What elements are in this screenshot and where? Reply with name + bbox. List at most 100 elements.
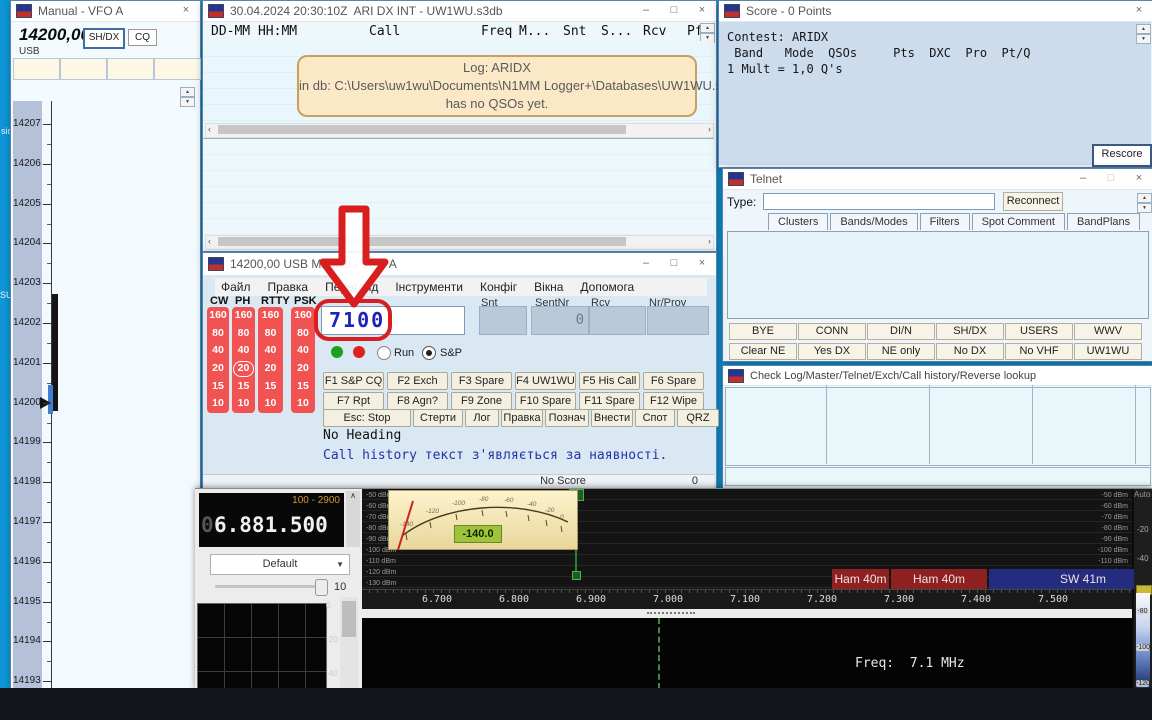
entry-action-button[interactable]: Стерти [413,409,463,427]
log-column-header[interactable]: DD-MM HH:MM [211,24,297,39]
band-button-psk-40m[interactable]: 40 [291,342,315,360]
fkey-button[interactable]: F6 Spare [643,372,704,390]
sdr-side-scrollbar[interactable]: ∧ [346,491,360,547]
exchange-field-nrprov[interactable] [647,306,709,335]
cq-button[interactable]: CQ [128,29,157,46]
telnet-button[interactable]: SH/DX [936,323,1004,340]
log-column-header[interactable]: Call [369,24,400,39]
fkey-button[interactable]: F4 UW1WU [515,372,576,390]
telnet-type-input[interactable] [763,193,995,210]
fkey-button[interactable]: F11 Spare [579,392,640,410]
band-button-rtty-15m[interactable]: 15 [258,378,283,396]
entry-action-button[interactable]: Внести [591,409,633,427]
close-icon[interactable]: × [688,255,716,273]
telnet-button[interactable]: NE only [867,343,935,360]
scrollbar-thumb[interactable] [218,125,626,134]
fkey-button[interactable]: F9 Zone [451,392,512,410]
menu-item[interactable]: Допомога [580,280,634,294]
exchange-field-sentnr[interactable]: 0 [531,306,589,335]
exchange-field-snt[interactable] [479,306,527,335]
menu-item[interactable]: Правка [268,280,309,294]
telnet-button[interactable]: WWV [1074,323,1142,340]
band-button-cw-80m[interactable]: 80 [207,325,229,343]
entry-action-button[interactable]: QRZ [677,409,719,427]
maximize-icon[interactable]: □ [1097,170,1125,188]
menu-item[interactable]: Конфіг [480,280,517,294]
fkey-button[interactable]: F8 Agn? [387,392,448,410]
band-button-psk-160m[interactable]: 160 [291,307,315,325]
log-column-header[interactable]: Rcv [643,24,666,39]
band-button-rtty-160m[interactable]: 160 [258,307,283,325]
telnet-tab[interactable]: Bands/Modes [830,213,917,230]
band-button-ph-10m[interactable]: 10 [232,395,255,413]
close-icon[interactable]: × [1125,2,1152,20]
sdr-left-scrollbar[interactable] [340,597,358,689]
fkey-button[interactable]: F12 Wipe [643,392,704,410]
menu-item[interactable]: Вікна [534,280,563,294]
telnet-button[interactable]: CONN [798,323,866,340]
gain-slider-track[interactable] [215,585,325,588]
shdx-button[interactable]: SH/DX [83,28,125,49]
band-button-cw-10m[interactable]: 10 [207,395,229,413]
telnet-tab[interactable]: Clusters [768,213,828,230]
minimize-icon[interactable]: – [632,2,660,20]
entry-action-button[interactable]: Правка [501,409,543,427]
vfo-frequency[interactable]: 14200,00 [19,25,90,45]
close-icon[interactable]: × [688,2,716,20]
spinner-down-icon[interactable]: ▼ [180,97,195,107]
fkey-button[interactable]: F1 S&P CQ [323,372,384,390]
fkey-button[interactable]: F2 Exch [387,372,448,390]
band-button-ph-15m[interactable]: 15 [232,378,255,396]
log-column-header[interactable]: M... [519,24,550,39]
spinner-up-icon[interactable]: ▲ [1137,193,1152,203]
entry-action-button[interactable]: Познач [545,409,589,427]
fkey-button[interactable]: F5 His Call [579,372,640,390]
entry-action-button[interactable]: Лог [465,409,499,427]
spinner-up-icon[interactable]: ▲ [1136,24,1151,34]
telnet-tab[interactable]: BandPlans [1067,213,1140,230]
preset-dropdown[interactable]: Default ▼ [210,554,350,575]
band-button-cw-15m[interactable]: 15 [207,378,229,396]
close-icon[interactable]: × [1125,170,1152,188]
band-button-rtty-10m[interactable]: 10 [258,395,283,413]
telnet-button[interactable]: USERS [1005,323,1073,340]
band-button-cw-40m[interactable]: 40 [207,342,229,360]
log-column-header[interactable]: Freq [481,24,512,39]
band-button-ph-160m[interactable]: 160 [232,307,255,325]
waterfall-display[interactable]: Freq: 7.1 MHz [362,618,1132,689]
fkey-button[interactable]: F3 Spare [451,372,512,390]
entry-action-button[interactable]: Esc: Stop [323,409,411,427]
spinner-down-icon[interactable]: ▼ [1137,203,1152,213]
scrollbar-thumb[interactable] [218,237,626,246]
telnet-button[interactable]: DI/N [867,323,935,340]
band-button-ph-40m[interactable]: 40 [232,342,255,360]
telnet-tab[interactable]: Spot Comment [972,213,1065,230]
band-button-cw-20m[interactable]: 20 [207,360,229,378]
log-column-header[interactable]: Snt [563,24,586,39]
fkey-button[interactable]: F10 Spare [515,392,576,410]
entry-action-button[interactable]: Спот [635,409,675,427]
frequency-axis[interactable]: 6.7006.8006.9007.0007.1007.2007.3007.400… [362,589,1132,610]
reconnect-button[interactable]: Reconnect [1003,192,1063,211]
gain-slider-handle[interactable] [315,579,328,596]
spinner-down-icon[interactable]: ▼ [1136,34,1151,44]
minimize-icon[interactable]: – [1069,170,1097,188]
tuning-marker-handle[interactable] [572,571,581,580]
telnet-button[interactable]: No VHF [1005,343,1073,360]
band-button-ph-80m[interactable]: 80 [232,325,255,343]
telnet-button[interactable]: Yes DX [798,343,866,360]
log-scrollbar-2[interactable]: ‹› [205,235,714,250]
band-button-rtty-80m[interactable]: 80 [258,325,283,343]
band-button-cw-160m[interactable]: 160 [207,307,229,325]
band-button-ph-20m[interactable]: 20 [232,360,255,378]
maximize-icon[interactable]: □ [660,2,688,20]
scrollbar-thumb[interactable] [342,601,356,637]
band-button-rtty-40m[interactable]: 40 [258,342,283,360]
telnet-tab[interactable]: Filters [920,213,970,230]
log-column-header[interactable]: S... [601,24,632,39]
telnet-output-area[interactable] [727,231,1149,319]
log-scrollbar[interactable]: ‹› [205,123,714,138]
menu-item[interactable]: Інструменти [395,280,463,294]
telnet-button[interactable]: No DX [936,343,1004,360]
band-button-rtty-20m[interactable]: 20 [258,360,283,378]
